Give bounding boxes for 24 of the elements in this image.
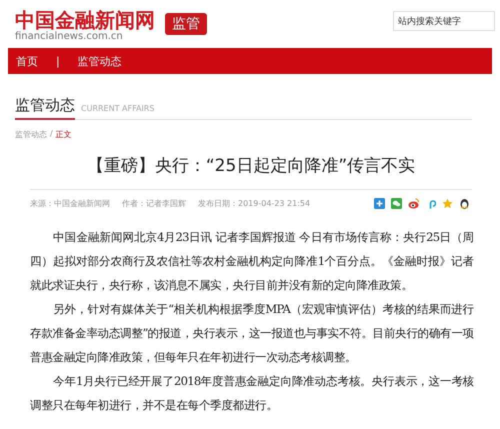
meta-text: 作者：记者李国辉 [122,198,186,209]
meta-text: 来源：中国金融新闻网 [30,198,110,209]
section-subtitle: CURRENT AFFAIRS [81,104,154,115]
plus-icon[interactable] [374,198,385,209]
nav-link[interactable]: 首页 [16,54,38,68]
article-paragraph: 另外，针对有媒体关于“相关机构根据季度MPA（宏观审慎评估）考核的结果而进行存款准备金率动态调整”的报道，央行表示，这一报道也与事实不符。目前央行的确有一项普惠金融定向降准政策，但每年只在年初进行一次动态考核调整。 [30,301,474,366]
eye-icon[interactable] [408,198,419,209]
article-paragraph: 今年1月央行已经开展了2018年度普惠金融定向降准动态考核。央行表示，这一考核调整只在每年初进行，并不是在每个季度都进行。 [30,373,474,414]
chat-icon[interactable] [391,198,402,209]
search-field[interactable]: 站内搜索关键字 [393,11,495,31]
site-domain: financialnews.com.cn [15,31,124,42]
breadcrumb-link[interactable]: 正文 [56,129,72,140]
nav-separator: | [56,54,60,68]
article-paragraph: 中国金融新闻网北京4月23日讯 记者李国辉报道 今日有市场传言称：央行25日（周四）起拟对部分农商行及农信社等农村金融机构定向降准1个百分点。《金融时报》记者就此求证央行，央行称，该消息不属实，央行目前并没有新的定向降准政策。 [30,229,474,294]
nav-link[interactable]: 监管动态 [78,54,122,68]
channel-badge[interactable]: 监管 [165,13,207,35]
site-logo-title[interactable]: 中国金融新闻网 [15,9,155,31]
breadcrumb-separator: / [50,129,53,140]
star-icon[interactable] [442,198,453,209]
article-title: 【重磅】央行：“25日起定向降准”传言不实 [30,154,472,190]
meta-text: 发布日期：2019-04-23 21:54 [198,198,310,209]
penguin-icon[interactable] [459,198,470,209]
breadcrumb-link[interactable]: 监管动态 [15,129,47,140]
section-title: 监管动态 [15,96,75,120]
